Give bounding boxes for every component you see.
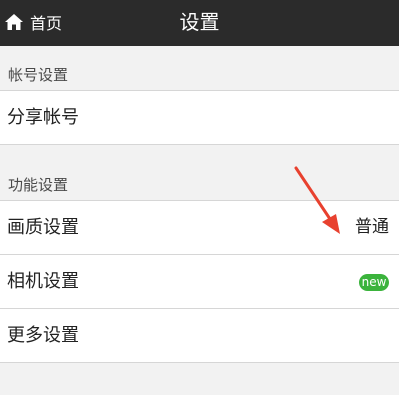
nav-bar: 设置 首页 — [0, 0, 399, 46]
quality-value: 普通 — [355, 217, 389, 237]
row-share-account[interactable]: 分享帐号 — [0, 91, 399, 144]
home-back-button[interactable]: 首页 — [4, 9, 62, 35]
row-label-more-settings: 更多设置 — [7, 325, 79, 346]
divider — [0, 144, 399, 145]
row-label-share-account: 分享帐号 — [7, 107, 79, 128]
annotation-arrow-icon — [294, 166, 340, 234]
section-header-account: 帐号设置 — [8, 66, 69, 84]
home-back-label: 首页 — [30, 14, 63, 33]
row-label-quality-settings: 画质设置 — [7, 217, 79, 238]
home-icon — [4, 12, 24, 32]
new-badge: new — [359, 274, 389, 291]
row-camera-settings[interactable]: 相机设置 new — [0, 255, 399, 308]
row-label-camera-settings: 相机设置 — [7, 271, 79, 292]
row-more-settings[interactable]: 更多设置 — [0, 309, 399, 362]
divider — [0, 362, 399, 363]
settings-screen: 设置 首页 帐号设置 分享帐号 功能设置 画质设置 普通 相机设置 new 更多… — [0, 0, 399, 395]
